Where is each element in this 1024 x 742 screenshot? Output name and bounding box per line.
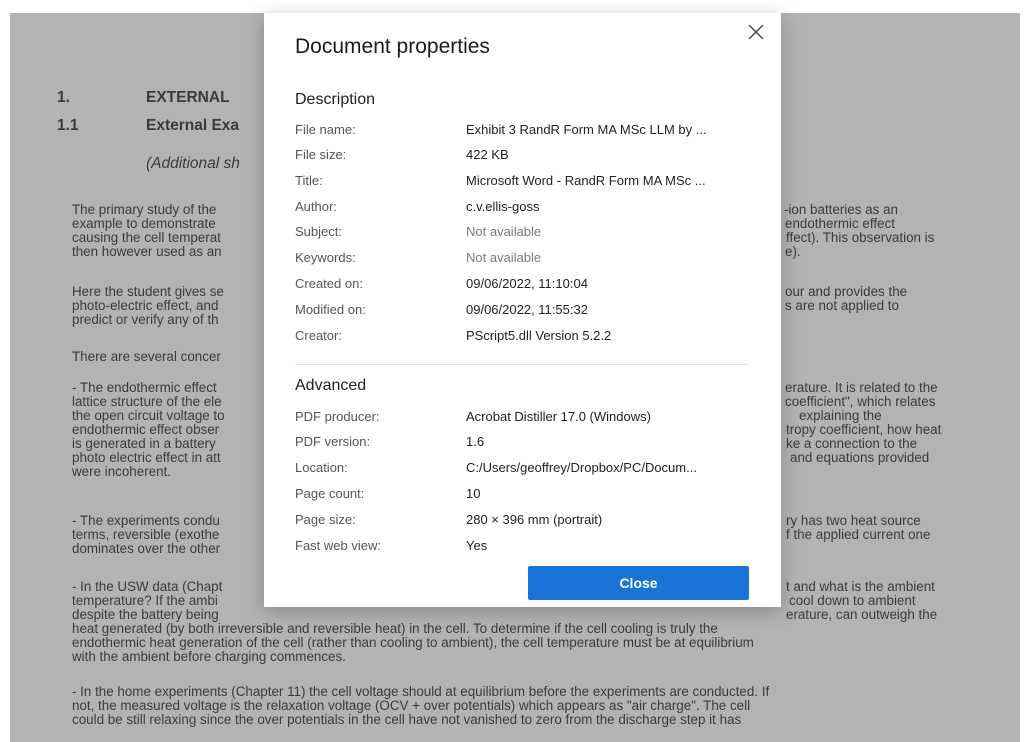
keywords-label: Keywords: <box>295 250 356 265</box>
doc-line: the open circuit voltage to <box>72 408 225 423</box>
doc-line: lattice structure of the ele <box>72 394 222 409</box>
page-size-label: Page size: <box>295 512 356 527</box>
doc-line: not, the measured voltage is the relaxat… <box>72 698 751 713</box>
file-name-label: File name: <box>295 122 356 137</box>
doc-line: endothermic heat generation of the cell … <box>72 635 754 650</box>
doc-line: coefficient", which relates <box>785 394 936 409</box>
advanced-section-title: Advanced <box>295 377 367 394</box>
doc-line: s are not applied to <box>785 298 899 313</box>
pdf-producer-value: Acrobat Distiller 17.0 (Windows) <box>466 409 651 424</box>
section-divider <box>295 364 749 365</box>
doc-line: explaining the <box>799 408 882 423</box>
doc-line: terms, reversible (exothe <box>72 527 220 542</box>
pdf-producer-label: PDF producer: <box>295 409 380 424</box>
pdf-version-label: PDF version: <box>295 434 371 449</box>
doc-line: example to demonstrate <box>72 216 216 231</box>
doc-line: erature. It is related to the <box>785 380 938 395</box>
doc-line: t and what is the ambient <box>786 579 935 594</box>
heading-1-1-text: External Exa <box>146 117 240 134</box>
doc-line: with the ambient before charging commenc… <box>72 649 346 664</box>
doc-line: predict or verify any of th <box>72 312 219 327</box>
doc-line: temperature? If the ambi <box>72 593 218 608</box>
doc-line: Here the student gives se <box>72 284 224 299</box>
heading-1-number: 1. <box>57 89 70 106</box>
file-size-value: 422 KB <box>466 147 509 162</box>
author-label: Author: <box>295 199 337 214</box>
fast-web-view-value: Yes <box>466 538 488 553</box>
modified-on-value: 09/06/2022, 11:55:32 <box>466 302 588 317</box>
subheading: (Additional sh <box>146 155 240 172</box>
doc-line: ke a connection to the <box>786 436 918 451</box>
title-value: Microsoft Word - RandR Form MA MSc ... <box>466 173 706 188</box>
close-button[interactable]: Close <box>528 566 749 600</box>
file-size-label: File size: <box>295 147 347 162</box>
doc-line: endothermic effect <box>785 216 895 231</box>
doc-line: - In the home experiments (Chapter 11) t… <box>72 684 770 699</box>
fast-web-view-label: Fast web view: <box>295 538 381 553</box>
doc-line: endothermic effect obser <box>72 422 220 437</box>
doc-line: photo electric effect in att <box>72 450 221 465</box>
doc-line: - The experiments condu <box>72 513 220 528</box>
subject-value: Not available <box>466 224 542 239</box>
doc-line: were incoherent. <box>72 464 171 479</box>
doc-line: despite the battery being <box>72 607 219 622</box>
doc-line: heat generated (by both irreversible and… <box>72 621 718 636</box>
file-name-value: Exhibit 3 RandR Form MA MSc LLM by ... <box>466 122 707 137</box>
page-count-value: 10 <box>466 486 481 501</box>
author-value: c.v.ellis-goss <box>466 199 540 214</box>
subject-label: Subject: <box>295 224 342 239</box>
doc-line: - The endothermic effect <box>72 380 217 395</box>
doc-line: ry has two heat source <box>786 513 921 528</box>
doc-line: then however used as an <box>72 244 222 259</box>
doc-line: erature, can outweigh the <box>786 607 938 622</box>
keywords-value: Not available <box>466 250 542 265</box>
doc-line: - In the USW data (Chapt <box>72 579 223 594</box>
doc-line: e). <box>785 244 801 259</box>
page-count-label: Page count: <box>295 486 365 501</box>
description-section-title: Description <box>295 91 376 108</box>
dialog-title: Document properties <box>295 35 490 58</box>
doc-line: and equations provided <box>790 450 930 465</box>
created-on-value: 09/06/2022, 11:10:04 <box>466 276 588 291</box>
doc-line: -ion batteries as an <box>784 202 898 217</box>
doc-line: could be still relaxing since the over p… <box>72 712 742 727</box>
pdf-version-value: 1.6 <box>466 434 485 449</box>
doc-line: our and provides the <box>785 284 908 299</box>
doc-line: tropy coefficient, how heat <box>786 422 942 437</box>
close-icon[interactable] <box>744 20 768 44</box>
creator-label: Creator: <box>295 328 342 343</box>
doc-line: photo-electric effect, and <box>72 298 219 313</box>
location-value: C:/Users/geoffrey/Dropbox/PC/Docum... <box>466 460 697 475</box>
doc-line: ffect). This observation is <box>786 230 935 245</box>
heading-1-1-number: 1.1 <box>57 117 79 134</box>
doc-line: cool down to ambient <box>789 593 916 608</box>
page-size-value: 280 × 396 mm (portrait) <box>466 512 603 527</box>
doc-line: There are several concer <box>72 349 221 364</box>
modified-on-label: Modified on: <box>295 302 366 317</box>
creator-value: PScript5.dll Version 5.2.2 <box>466 328 612 343</box>
doc-line: causing the cell temperat <box>72 230 221 245</box>
doc-line: dominates over the other <box>72 541 221 556</box>
location-label: Location: <box>295 460 348 475</box>
doc-line: is generated in a battery <box>72 436 216 451</box>
created-on-label: Created on: <box>295 276 363 291</box>
heading-1-text: EXTERNAL <box>146 89 230 106</box>
document-properties-dialog: Document properties Description File nam… <box>264 13 781 607</box>
doc-line: f the applied current one <box>786 527 931 542</box>
title-label: Title: <box>295 173 323 188</box>
doc-line: The primary study of the <box>72 202 217 217</box>
